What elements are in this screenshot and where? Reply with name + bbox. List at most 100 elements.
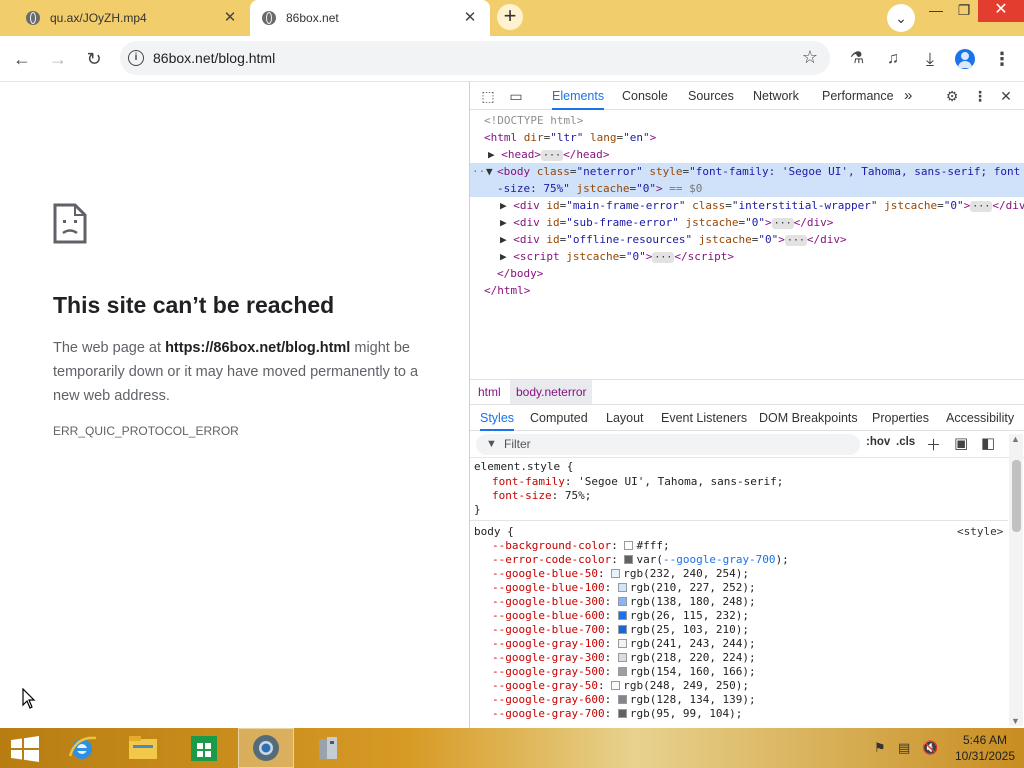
- rule-selector[interactable]: element.style {: [474, 460, 573, 474]
- tab-elements[interactable]: Elements: [552, 82, 605, 110]
- dom-html-close[interactable]: </html>: [484, 282, 530, 299]
- color-swatch[interactable]: [617, 597, 627, 606]
- tab-86box[interactable]: 86box.net ✕: [250, 0, 490, 36]
- expand-triangle-icon[interactable]: ▶: [500, 250, 507, 263]
- tab-event-listeners[interactable]: Event Listeners: [661, 405, 747, 431]
- tab-accessibility[interactable]: Accessibility: [946, 405, 1014, 431]
- color-swatch[interactable]: [617, 583, 627, 592]
- system-clock[interactable]: 5:46 AM 10/31/2025: [950, 732, 1020, 764]
- rule-selector[interactable]: body {: [474, 525, 514, 539]
- plus-icon[interactable]: ＋: [926, 434, 941, 455]
- expand-triangle-icon[interactable]: ▶: [500, 216, 507, 229]
- tab-sources[interactable]: Sources: [688, 82, 734, 110]
- color-swatch[interactable]: [617, 653, 627, 662]
- css-declaration[interactable]: --google-gray-50: rgb(248, 249, 250);: [492, 679, 749, 693]
- ellipsis-icon[interactable]: ···: [652, 252, 675, 263]
- network-icon[interactable]: ▤: [898, 740, 910, 756]
- scroll-thumb[interactable]: [1012, 460, 1021, 532]
- tab-dom-breakpoints[interactable]: DOM Breakpoints: [759, 405, 858, 431]
- dom-node-sub-frame-error[interactable]: ▶ <div id="sub-frame-error" jstcache="0"…: [500, 214, 833, 231]
- more-tabs-icon[interactable]: »: [904, 82, 912, 110]
- color-swatch[interactable]: [617, 625, 627, 634]
- css-declaration[interactable]: --google-gray-100: rgb(241, 243, 244);: [492, 637, 756, 651]
- css-declaration[interactable]: --google-gray-500: rgb(154, 160, 166);: [492, 665, 756, 679]
- tab-network[interactable]: Network: [753, 82, 799, 110]
- tab-layout[interactable]: Layout: [606, 405, 644, 431]
- media-icon[interactable]: ♫: [881, 47, 905, 71]
- css-declaration[interactable]: font-family: 'Segoe UI', Tahoma, sans-se…: [492, 475, 783, 489]
- url-text[interactable]: 86box.net/blog.html: [153, 50, 275, 66]
- breadcrumb-html[interactable]: html: [472, 380, 507, 404]
- app-icon[interactable]: [300, 728, 356, 768]
- expand-triangle-icon[interactable]: ▶: [500, 199, 507, 212]
- css-declaration[interactable]: --error-code-color: var(--google-gray-70…: [492, 553, 789, 567]
- paint-icon[interactable]: ▣: [954, 434, 968, 452]
- tab-properties[interactable]: Properties: [872, 405, 929, 431]
- windows-start-icon[interactable]: [10, 736, 40, 762]
- tab-console[interactable]: Console: [622, 82, 668, 110]
- tab-qu-ax[interactable]: qu.ax/JOyZH.mp4 ✕: [14, 0, 250, 36]
- tab-styles[interactable]: Styles: [480, 405, 515, 431]
- expand-triangle-icon[interactable]: ▶: [488, 148, 495, 161]
- color-swatch[interactable]: [624, 555, 634, 564]
- color-swatch[interactable]: [617, 695, 627, 704]
- dom-node-head[interactable]: ▶ <head> ··· </head>: [488, 146, 609, 163]
- dom-node-script[interactable]: ▶ <script jstcache="0"> ··· </script>: [500, 248, 734, 265]
- css-declaration[interactable]: --google-blue-50: rgb(232, 240, 254);: [492, 567, 749, 581]
- new-tab-button[interactable]: +: [497, 4, 523, 30]
- close-icon[interactable]: ✕: [462, 10, 478, 26]
- close-icon[interactable]: ✕: [996, 86, 1016, 106]
- ellipsis-icon[interactable]: ···: [771, 218, 794, 229]
- breadcrumb-body[interactable]: body.neterror: [510, 380, 593, 404]
- volume-muted-icon[interactable]: 🔇: [922, 740, 938, 756]
- address-bar[interactable]: i 86box.net/blog.html ☆: [120, 41, 830, 75]
- tab-search-button[interactable]: ⌄: [887, 4, 915, 32]
- color-swatch[interactable]: [617, 709, 627, 718]
- store-icon[interactable]: [176, 728, 232, 768]
- inspect-element-icon[interactable]: ⬚: [478, 86, 498, 106]
- ellipsis-icon[interactable]: ···: [784, 235, 807, 246]
- ellipsis-icon[interactable]: ···: [541, 150, 564, 161]
- rule-source-link[interactable]: <style>: [957, 525, 1003, 539]
- device-toolbar-icon[interactable]: ▭: [506, 86, 526, 106]
- cls-button[interactable]: .cls: [896, 436, 915, 448]
- css-declaration[interactable]: font-size: 75%;: [492, 489, 591, 503]
- css-declaration[interactable]: --background-color: #fff;: [492, 539, 670, 553]
- dom-node-offline-resources[interactable]: ▶ <div id="offline-resources" jstcache="…: [500, 231, 847, 248]
- css-declaration[interactable]: --google-blue-300: rgb(138, 180, 248);: [492, 595, 756, 609]
- chrome-icon[interactable]: [238, 728, 294, 768]
- dom-doctype[interactable]: <!DOCTYPE html>: [484, 112, 583, 129]
- close-icon[interactable]: ✕: [222, 10, 238, 26]
- profile-icon[interactable]: [953, 47, 977, 71]
- download-icon[interactable]: ⤓: [918, 47, 942, 71]
- kebab-menu-icon[interactable]: ⋮: [990, 47, 1014, 71]
- dom-body-close[interactable]: </body>: [497, 265, 543, 282]
- scroll-down-icon[interactable]: ▼: [1011, 716, 1020, 726]
- file-explorer-icon[interactable]: [115, 728, 171, 768]
- color-swatch[interactable]: [624, 541, 634, 550]
- color-swatch[interactable]: [617, 667, 627, 676]
- dom-node-main-frame-error[interactable]: ▶ <div id="main-frame-error" class="inte…: [500, 197, 1024, 214]
- scroll-up-icon[interactable]: ▲: [1011, 434, 1020, 444]
- dom-node-body-selected[interactable]: ··· ▼ <body class="neterror" style="font…: [470, 163, 1024, 197]
- color-swatch[interactable]: [617, 639, 627, 648]
- sidebar-toggle-icon[interactable]: ◧: [981, 434, 995, 452]
- css-declaration[interactable]: --google-gray-600: rgb(128, 134, 139);: [492, 693, 756, 707]
- flag-icon[interactable]: ⚑: [874, 740, 886, 756]
- styles-scrollbar[interactable]: ▲ ▼: [1009, 434, 1023, 726]
- reload-button[interactable]: ↻: [81, 46, 107, 72]
- star-icon[interactable]: ☆: [802, 47, 818, 68]
- back-button[interactable]: ←: [9, 46, 35, 72]
- ellipsis-icon[interactable]: ···: [970, 201, 993, 212]
- dom-node-html[interactable]: <html dir="ltr" lang="en">: [484, 129, 656, 146]
- css-declaration[interactable]: --google-gray-700: rgb(95, 99, 104);: [492, 707, 742, 721]
- hov-button[interactable]: :hov: [866, 436, 890, 448]
- filter-input[interactable]: ▼ Filter: [476, 434, 860, 455]
- css-declaration[interactable]: --google-gray-300: rgb(218, 220, 224);: [492, 651, 756, 665]
- window-close-button[interactable]: ✕: [978, 0, 1024, 22]
- collapse-triangle-icon[interactable]: ▼: [486, 163, 493, 180]
- css-variable-link[interactable]: --google-gray-700: [663, 553, 776, 566]
- color-swatch[interactable]: [611, 681, 621, 690]
- expand-triangle-icon[interactable]: ▶: [500, 233, 507, 246]
- color-swatch[interactable]: [617, 611, 627, 620]
